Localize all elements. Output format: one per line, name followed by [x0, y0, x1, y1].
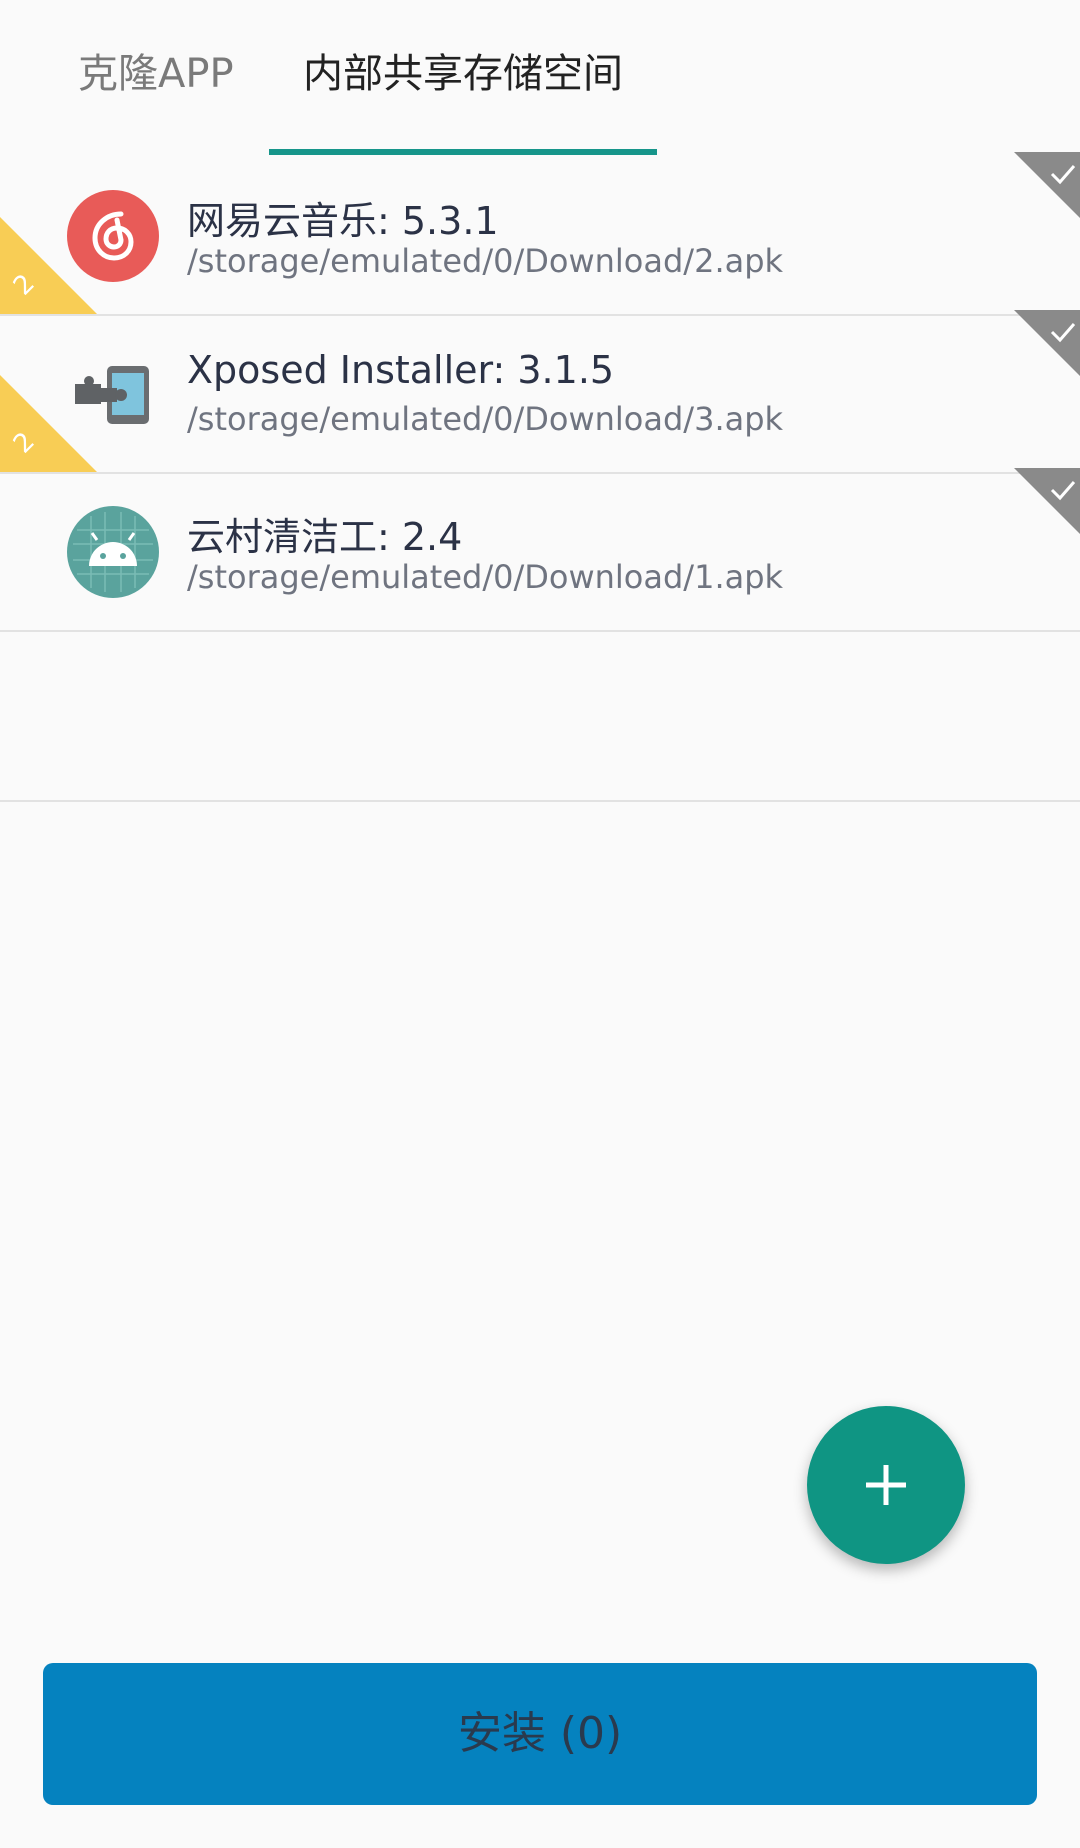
apk-list-item[interactable]: 2 Xposed Installer: 3.1.5 /storage/emula…: [0, 310, 1080, 474]
apk-list-item[interactable]: 云村清洁工: 2.4 /storage/emulated/0/Download/…: [0, 468, 1080, 632]
empty-list-area: [0, 632, 1080, 802]
check-icon[interactable]: [1014, 152, 1080, 218]
xposed-puzzle-icon: [75, 366, 149, 424]
netease-cloud-music-icon: [67, 190, 159, 282]
app-title: 云村清洁工: 2.4: [187, 515, 463, 559]
tab-internal-storage[interactable]: 内部共享存储空间: [303, 44, 623, 104]
add-fab-button[interactable]: [807, 1406, 965, 1564]
active-tab-indicator: [269, 149, 657, 155]
apk-list: 2 网易云音乐: 5.3.1 /storage/emulated/0/Downl…: [0, 152, 1080, 632]
apk-path: /storage/emulated/0/Download/3.apk: [187, 400, 784, 438]
tab-bar: 克隆APP 内部共享存储空间: [0, 0, 1080, 158]
app-title: Xposed Installer: 3.1.5: [187, 348, 615, 392]
check-icon[interactable]: [1014, 468, 1080, 534]
tab-clone-app[interactable]: 克隆APP: [78, 44, 234, 104]
install-button[interactable]: 安装 (0): [43, 1663, 1037, 1805]
install-button-label: 安装 (0): [457, 1708, 623, 1759]
check-icon[interactable]: [1014, 310, 1080, 376]
apk-path: /storage/emulated/0/Download/2.apk: [187, 242, 784, 280]
plus-icon: [866, 1465, 906, 1505]
apk-list-item[interactable]: 2 网易云音乐: 5.3.1 /storage/emulated/0/Downl…: [0, 152, 1080, 316]
app-title: 网易云音乐: 5.3.1: [187, 199, 499, 243]
apk-path: /storage/emulated/0/Download/1.apk: [187, 558, 784, 596]
android-icon: [67, 506, 159, 598]
